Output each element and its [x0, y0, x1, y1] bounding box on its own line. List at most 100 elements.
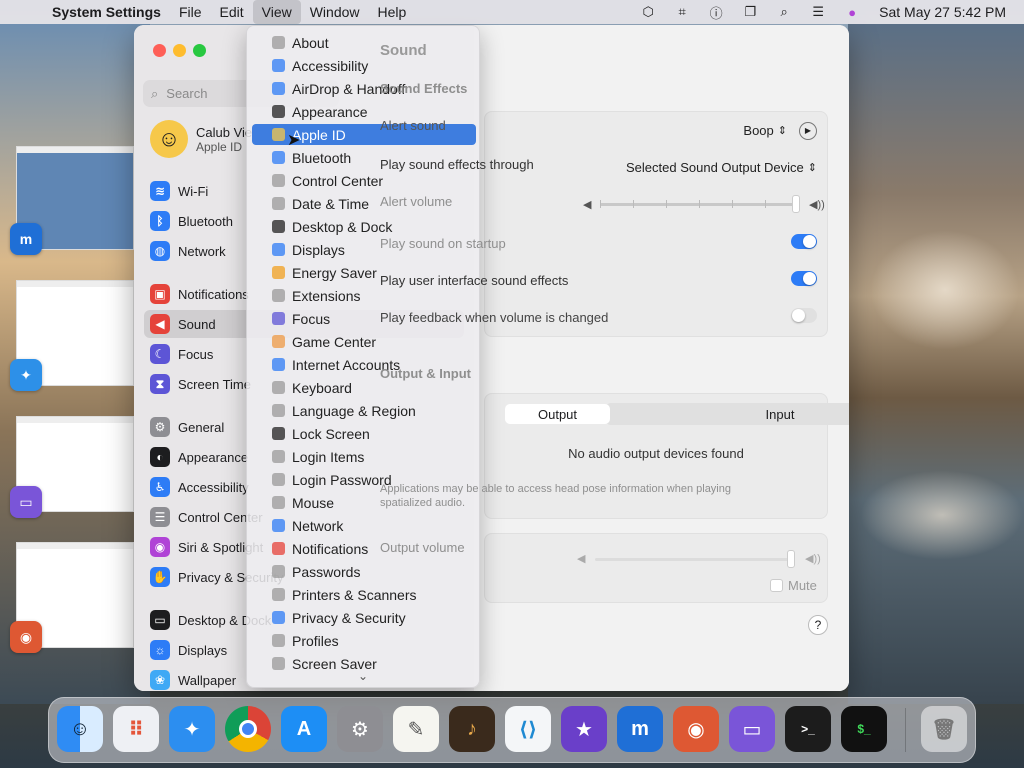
chrome-icon[interactable]	[225, 706, 271, 752]
menu-item-label: Energy Saver	[292, 264, 377, 281]
menu-item-network[interactable]: Network	[252, 515, 476, 536]
maxthon-icon[interactable]: m	[10, 223, 42, 255]
appearance-icon: ◐	[150, 447, 170, 467]
safari-icon[interactable]: ✦	[169, 706, 215, 752]
sidebar-item-label: Bluetooth	[178, 213, 233, 229]
close-button[interactable]	[153, 44, 166, 57]
volume-high-icon: ◀))	[809, 199, 825, 211]
accessibility-status-icon[interactable]: ⓘ	[699, 3, 733, 22]
menu-item-about[interactable]: About	[252, 32, 476, 53]
menu-window[interactable]: Window	[301, 0, 369, 24]
window-status-icon[interactable]: ❐	[733, 4, 767, 20]
stepper-icon[interactable]: ⇕	[808, 161, 817, 174]
menu-item-label: Appearance	[292, 103, 368, 120]
menu-item-icon	[272, 404, 285, 417]
zoom-button[interactable]	[193, 44, 206, 57]
moon-icon: ☾	[150, 344, 170, 364]
duckduckgo-icon[interactable]: ◉	[673, 706, 719, 752]
textedit-icon[interactable]: ✎	[393, 706, 439, 752]
menu-item-icon	[272, 611, 285, 624]
menu-item-label: Bluetooth	[292, 149, 352, 166]
launchpad-icon[interactable]: ⠿	[113, 706, 159, 752]
disk-utility-icon[interactable]: ▭	[729, 706, 775, 752]
duckduckgo-icon[interactable]: ◉	[10, 621, 42, 653]
alert-sound-value[interactable]: Boop	[743, 123, 773, 138]
alert-volume-slider[interactable]	[600, 195, 800, 213]
menu-item-label: Language & Region	[292, 402, 416, 419]
sidebar-item-label: Network	[178, 243, 226, 259]
feedback-toggle[interactable]	[791, 308, 817, 323]
disk-utility-icon[interactable]: ▭	[10, 486, 42, 518]
ui-effects-label: Play user interface sound effects	[380, 273, 569, 288]
network-icon: ◍	[150, 241, 170, 261]
menu-item-icon	[272, 496, 285, 509]
control-center-icon[interactable]: ☰	[801, 4, 835, 20]
sidebar-item-label: Appearance	[178, 449, 249, 465]
menu-edit[interactable]: Edit	[211, 0, 253, 24]
vscode-icon[interactable]: ⟨⟩	[505, 706, 551, 752]
menu-item-passwords[interactable]: Passwords	[252, 561, 476, 582]
tab-output[interactable]: Output	[505, 404, 610, 424]
menu-item-profiles[interactable]: Profiles	[252, 630, 476, 651]
dock-divider	[905, 708, 906, 752]
play-icon[interactable]: ▶	[799, 121, 817, 140]
menu-item-desktop-dock[interactable]: Desktop & Dock	[252, 216, 476, 237]
menu-view[interactable]: View	[252, 0, 301, 24]
menu-item-extensions[interactable]: Extensions	[252, 285, 476, 306]
alert-volume-label: Alert volume	[380, 194, 453, 209]
menu-item-language-region[interactable]: Language & Region	[252, 400, 476, 421]
crop-status-icon[interactable]: ⌗	[665, 4, 699, 20]
menu-item-printers-scanners[interactable]: Printers & Scanners	[252, 584, 476, 605]
menu-item-label: Keyboard	[292, 379, 352, 396]
menu-item-icon	[272, 174, 285, 187]
startup-toggle[interactable]	[791, 234, 817, 249]
safari-icon[interactable]: ✦	[10, 359, 42, 391]
stepper-icon[interactable]: ⇕	[778, 124, 787, 137]
menu-item-accessibility[interactable]: Accessibility	[252, 55, 476, 76]
siri-icon[interactable]: ●	[835, 5, 869, 20]
mute-checkbox[interactable]: Mute	[770, 578, 817, 593]
menu-item-label: Control Center	[292, 172, 384, 189]
scroll-down-chevron-icon[interactable]: ⌄	[247, 669, 479, 683]
maxthon-icon[interactable]: m	[617, 706, 663, 752]
tab-input[interactable]: Input	[715, 404, 845, 424]
imovie-icon[interactable]: ★	[561, 706, 607, 752]
garageband-icon[interactable]: ♪	[449, 706, 495, 752]
wallpaper-fog	[860, 470, 1024, 560]
play-through-value[interactable]: Selected Sound Output Device	[626, 160, 804, 175]
sidebar-item-label: Wi-Fi	[178, 183, 209, 199]
sidebar-item-label: Displays	[178, 642, 228, 658]
menu-item-icon	[272, 266, 285, 279]
menu-item-lock-screen[interactable]: Lock Screen	[252, 423, 476, 444]
ui-effects-toggle[interactable]	[791, 271, 817, 286]
sidebar-item-label: Screen Time	[178, 376, 251, 392]
system-settings-icon[interactable]: ⚙	[337, 706, 383, 752]
menu-item-game-center[interactable]: Game Center	[252, 331, 476, 352]
menu-item-control-center[interactable]: Control Center	[252, 170, 476, 191]
sidebar-item-label: Notifications	[178, 286, 249, 302]
sidebar-item-label: General	[178, 419, 225, 435]
menu-item-privacy-security[interactable]: Privacy & Security	[252, 607, 476, 628]
terminal-icon[interactable]: >_	[785, 706, 831, 752]
volume-low-icon: ◀	[577, 553, 586, 565]
menu-item-label: Printers & Scanners	[292, 586, 417, 603]
menu-item-label: Privacy & Security	[292, 609, 406, 626]
help-button[interactable]: ?	[808, 615, 828, 635]
search-icon[interactable]: ⌕	[767, 4, 801, 20]
menu-item-login-items[interactable]: Login Items	[252, 446, 476, 467]
app-menu[interactable]: System Settings	[50, 0, 170, 24]
menu-help[interactable]: Help	[369, 0, 416, 24]
menu-item-label: Extensions	[292, 287, 361, 304]
menu-file[interactable]: File	[170, 0, 211, 24]
clock[interactable]: Sat May 27 5:42 PM	[869, 4, 1006, 20]
finder-icon[interactable]: ☺	[57, 706, 103, 752]
terminal-green-icon[interactable]: $_	[841, 706, 887, 752]
output-volume-slider[interactable]	[595, 550, 795, 568]
volume-high-icon: ◀))	[805, 553, 821, 565]
output-volume-label: Output volume	[380, 540, 465, 555]
trash-icon[interactable]: 🗑	[921, 706, 967, 752]
minimize-button[interactable]	[173, 44, 186, 57]
alert-sound-row: Boop ⇕ ▶	[485, 112, 827, 149]
app-store-icon[interactable]: A	[281, 706, 327, 752]
box-status-icon[interactable]: ⬡	[631, 4, 665, 20]
